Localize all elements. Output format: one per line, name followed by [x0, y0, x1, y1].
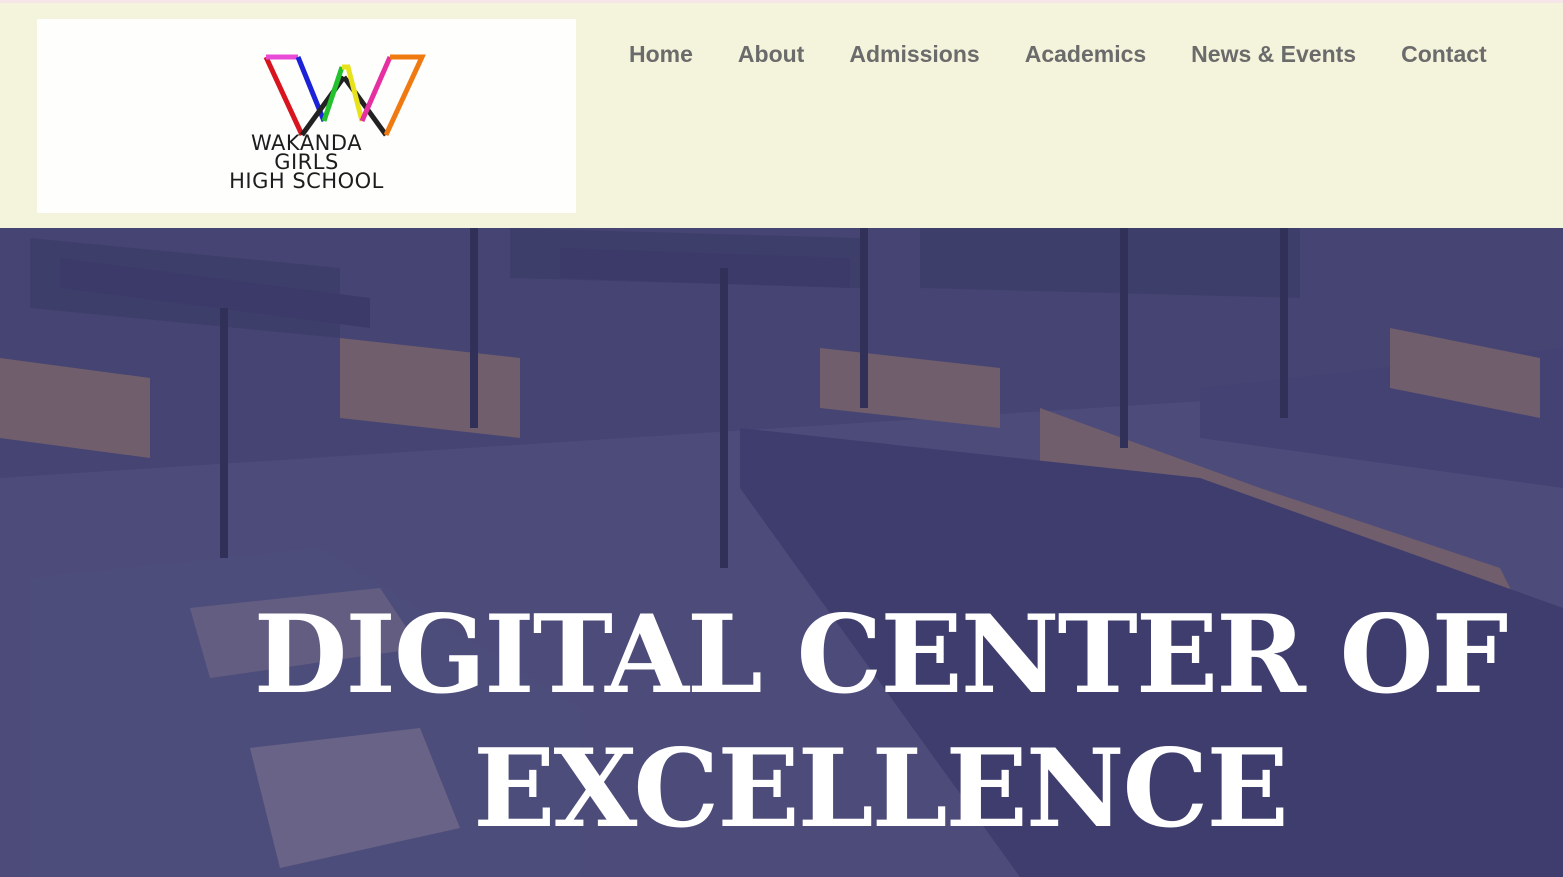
nav-home[interactable]: Home	[629, 40, 693, 68]
nav-news-events[interactable]: News & Events	[1191, 40, 1356, 68]
hero-title-line-1: DIGITAL CENTER OF	[253, 592, 1509, 718]
school-logo[interactable]: WAKANDA GIRLS HIGH SCHOOL	[37, 19, 576, 213]
site-header: WAKANDA GIRLS HIGH SCHOOL Home About Adm…	[0, 3, 1563, 228]
nav-academics[interactable]: Academics	[1025, 40, 1146, 68]
hero-banner: DIGITAL CENTER OF EXCELLENCE	[0, 228, 1563, 877]
nav-about[interactable]: About	[738, 40, 804, 68]
logo-wordmark: WAKANDA GIRLS HIGH SCHOOL	[37, 133, 576, 193]
hero-title: DIGITAL CENTER OF EXCELLENCE	[180, 588, 1563, 856]
nav-admissions[interactable]: Admissions	[849, 40, 979, 68]
hero-title-line-2: EXCELLENCE	[473, 726, 1289, 852]
logo-line-3: HIGH SCHOOL	[229, 169, 384, 193]
main-nav: Home About Admissions Academics News & E…	[629, 40, 1532, 68]
nav-contact[interactable]: Contact	[1401, 40, 1487, 68]
w-logo-icon	[263, 54, 426, 137]
